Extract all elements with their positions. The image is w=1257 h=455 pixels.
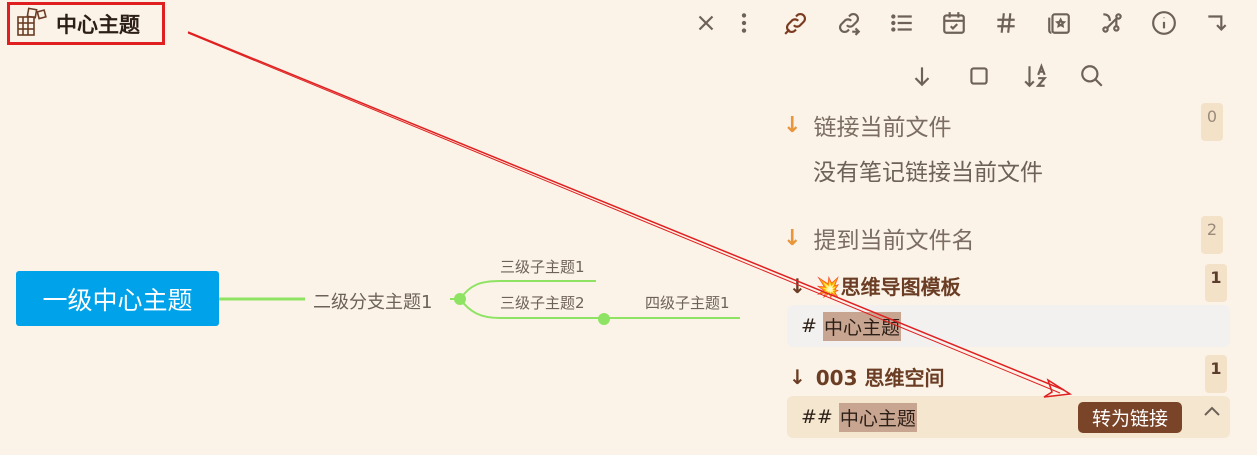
mentions-section-header[interactable]: ↓ 提到当前文件名 bbox=[783, 221, 974, 255]
stop-icon[interactable] bbox=[964, 61, 994, 91]
mindmap-child-node-1[interactable]: 三级子主题1 bbox=[500, 256, 585, 277]
linked-count-badge: 0 bbox=[1201, 103, 1223, 141]
highlighted-match: 中心主题 bbox=[838, 402, 917, 432]
mindmap-grandchild-node[interactable]: 四级子主题1 bbox=[645, 292, 730, 313]
arrow-down-icon: ↓ bbox=[783, 112, 802, 138]
expand-icon[interactable] bbox=[1202, 8, 1232, 38]
mindmap-child-node-2[interactable]: 三级子主题2 bbox=[500, 292, 585, 313]
mindmap-root-node[interactable]: 一级中心主题 bbox=[16, 271, 219, 326]
mentions-count-badge: 2 bbox=[1201, 216, 1223, 254]
match-snippet[interactable]: # 中心主题 bbox=[787, 305, 1230, 347]
calendar-icon[interactable] bbox=[939, 8, 969, 38]
note-header[interactable]: ↓ 003 思维空间 bbox=[789, 362, 944, 391]
note-header[interactable]: ↓ 💥思维导图模板 bbox=[789, 271, 961, 300]
highlighted-match: 中心主题 bbox=[822, 311, 901, 341]
unlinked-icon[interactable] bbox=[834, 8, 864, 38]
arrow-down-icon: ↓ bbox=[789, 364, 806, 389]
arrow-down-icon: ↓ bbox=[789, 273, 806, 298]
outline-icon[interactable] bbox=[887, 8, 917, 38]
convert-to-link-button[interactable]: 转为链接 bbox=[1078, 402, 1183, 433]
linked-empty-text: 没有笔记链接当前文件 bbox=[813, 160, 1043, 186]
explosion-icon: 💥 bbox=[815, 275, 841, 299]
sort-az-icon[interactable] bbox=[1021, 61, 1051, 91]
card-icon[interactable] bbox=[1044, 8, 1074, 38]
graph-icon[interactable] bbox=[1097, 8, 1127, 38]
mindmap-branch-node[interactable]: 二级分支主题1 bbox=[313, 288, 432, 314]
info-icon[interactable] bbox=[1149, 8, 1179, 38]
collapse-all-icon[interactable] bbox=[907, 61, 937, 91]
chevron-up-icon[interactable] bbox=[1200, 400, 1224, 424]
link-current-icon[interactable] bbox=[781, 8, 811, 38]
tag-icon[interactable] bbox=[991, 8, 1021, 38]
search-icon[interactable] bbox=[1077, 61, 1107, 91]
note-count-badge: 1 bbox=[1205, 355, 1227, 393]
linked-section-header[interactable]: ↓ 链接当前文件 bbox=[783, 108, 951, 142]
note-count-badge: 1 bbox=[1205, 264, 1227, 302]
mindmap-connectors bbox=[219, 280, 740, 325]
arrow-down-icon: ↓ bbox=[783, 225, 802, 251]
